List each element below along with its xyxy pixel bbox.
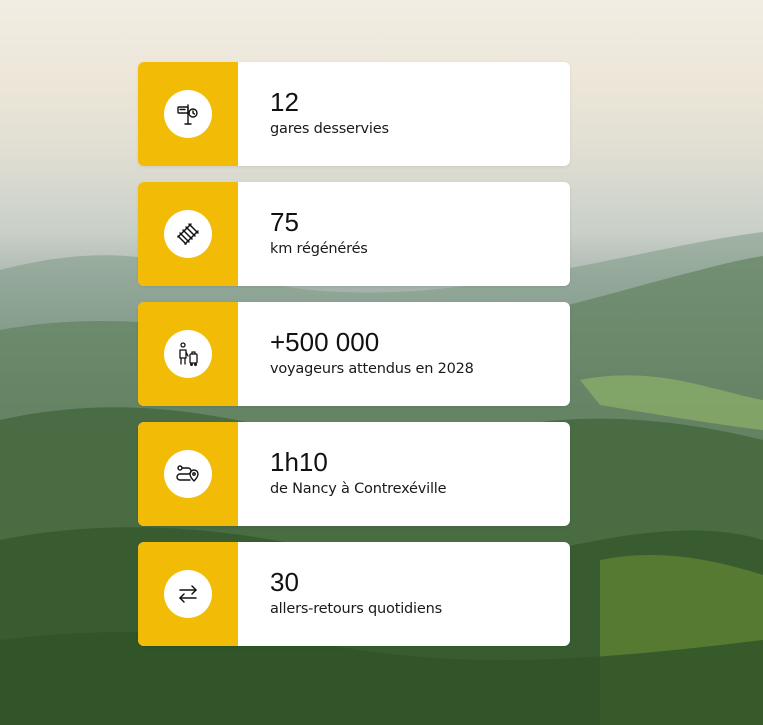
stat-body: +500 000 voyageurs attendus en 2028 [238, 302, 570, 406]
stat-value: 75 [270, 207, 299, 237]
stat-card-track: 75 km régénérés [138, 182, 570, 286]
stat-body: 75 km régénérés [238, 182, 570, 286]
stat-icon-panel [138, 62, 238, 166]
stat-label: voyageurs attendus en 2028 [270, 361, 474, 377]
travelers-luggage-icon [164, 330, 212, 378]
railway-track-icon [164, 210, 212, 258]
stat-value: +500 000 [270, 327, 380, 357]
stat-body: 12 gares desservies [238, 62, 570, 166]
station-signpost-icon [164, 90, 212, 138]
stat-card-travelers: +500 000 voyageurs attendus en 2028 [138, 302, 570, 406]
stat-icon-panel [138, 542, 238, 646]
stat-icon-panel [138, 182, 238, 286]
stat-card-journey: 1h10 de Nancy à Contrexéville [138, 422, 570, 526]
stat-label: allers-retours quotidiens [270, 601, 442, 617]
stat-label: gares desservies [270, 121, 389, 137]
route-pin-icon [164, 450, 212, 498]
stat-value: 12 [270, 87, 299, 117]
stat-value: 1h10 [270, 447, 328, 477]
round-trip-arrows-icon [164, 570, 212, 618]
stat-icon-panel [138, 422, 238, 526]
stat-label: km régénérés [270, 241, 368, 257]
stat-body: 1h10 de Nancy à Contrexéville [238, 422, 570, 526]
stat-value: 30 [270, 567, 299, 597]
stat-label: de Nancy à Contrexéville [270, 481, 447, 497]
stat-body: 30 allers-retours quotidiens [238, 542, 570, 646]
key-figures-list: 12 gares desservies 75 km régénérés +500… [138, 62, 570, 646]
stat-icon-panel [138, 302, 238, 406]
stat-card-round-trips: 30 allers-retours quotidiens [138, 542, 570, 646]
stat-card-stations: 12 gares desservies [138, 62, 570, 166]
